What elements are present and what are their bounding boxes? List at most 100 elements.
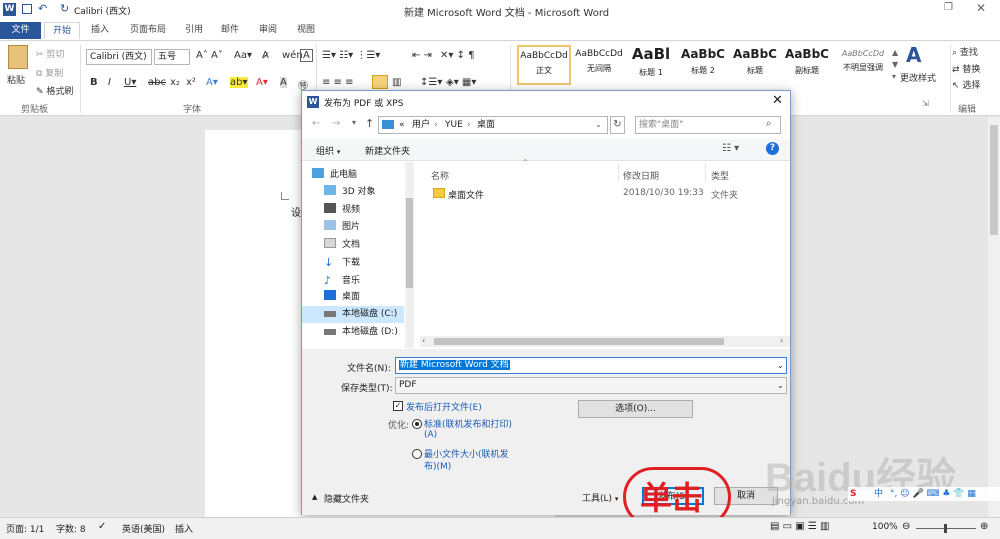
font-size-select[interactable]: 五号 [154,49,190,65]
font-color-icon[interactable]: A▾ [256,77,268,88]
tree-item-music[interactable]: ♪ 音乐 [324,272,360,289]
grow-font-icon[interactable]: A˄ A˅ [196,50,223,61]
tab-page-layout[interactable]: 页面布局 [122,22,174,39]
ime-lang[interactable]: 中 [874,487,883,501]
style-subtle-emphasis[interactable]: AaBbCcDd 不明显强调 [834,45,892,85]
style-normal[interactable]: AaBbCcDd 正文 [517,45,571,85]
recent-dropdown-icon[interactable]: ▾ [352,118,356,127]
column-type[interactable]: 类型 [711,169,729,182]
undo-icon[interactable]: ↶ [38,2,47,15]
tree-item-this-pc[interactable]: 此电脑 [312,167,357,184]
highlight-icon[interactable]: ab▾ [230,77,248,88]
align-icons[interactable]: ≡ ≡ ≡ [322,77,354,88]
style-no-spacing[interactable]: AaBbCcDd 无间隔 [572,45,626,85]
optimize-standard-label[interactable]: 标准(联机发布和打印) [424,417,512,430]
status-insert[interactable]: 插入 [175,522,193,535]
paste-button[interactable]: 粘贴 [7,73,25,86]
file-row[interactable]: 桌面文件 2018/10/30 19:33 文件夹 [420,185,788,202]
tab-references[interactable]: 引用 [178,22,210,39]
zoom-in-icon[interactable]: ⊕ [980,521,988,532]
address-bar[interactable]: « 用户 › YUE › 桌面 ⌄ [378,116,608,134]
styles-dialog-launcher-icon[interactable]: ⇲ [922,99,929,108]
path-segment[interactable]: 桌面 [477,117,495,133]
scroll-left-icon[interactable]: ‹ [422,336,425,345]
tree-item-drive-c[interactable]: 本地磁盘 (C:) [302,306,404,323]
hide-folders-button[interactable]: 隐藏文件夹 [324,492,369,505]
shading-icon[interactable]: ◈▾ ▦▾ [446,77,476,88]
zoom-level[interactable]: 100% [872,522,898,532]
tree-scroll-thumb[interactable] [406,198,413,288]
indent-icons[interactable]: ⇤ ⇥ [412,50,432,61]
forward-icon[interactable]: → [332,118,340,129]
status-page[interactable]: 页面: 1/1 [6,522,44,535]
view-buttons-icon[interactable]: ▤ ▭ ▣ ☰ ▥ [770,521,829,532]
hscroll-thumb[interactable] [434,338,724,345]
distribute-icon[interactable]: ▥ [392,77,401,88]
optimize-standard-key[interactable]: (A) [424,430,437,440]
qat-font-name[interactable]: Calibri (西文) [74,4,131,17]
cut-button[interactable]: ✂ 剪切 [36,47,64,60]
new-folder-button[interactable]: 新建文件夹 [365,144,410,157]
column-name[interactable]: 名称 [431,169,449,182]
chinese-layout-icon[interactable]: ✕▾ ↕ ¶ [440,50,475,61]
strikethrough-icon[interactable]: abc [148,77,166,88]
file-list-hscrollbar[interactable]: ‹ › [420,336,790,347]
ime-icons[interactable]: °, ☺ 🎤 ⌨ ♣ 👕 ▦ [890,487,976,501]
vertical-scrollbar[interactable] [988,117,1000,517]
format-painter-button[interactable]: ✎ 格式刷 [36,84,73,97]
char-shading-icon[interactable]: A [280,77,287,88]
help-icon[interactable]: ? [766,142,779,155]
column-date[interactable]: 修改日期 [623,169,659,182]
justify-icon[interactable] [372,75,388,89]
change-styles-button[interactable]: 更改样式 [900,71,936,84]
refresh-icon[interactable]: ↻ [610,116,625,134]
up-icon[interactable]: ↑ [365,117,374,130]
open-after-label[interactable]: 发布后打开文件(E) [406,400,482,413]
optimize-standard-radio[interactable] [412,419,422,429]
filetype-dropdown-icon[interactable]: ⌄ [777,378,784,393]
tab-review[interactable]: 审阅 [252,22,284,39]
tree-scrollbar[interactable] [405,162,414,348]
tree-item-3d-objects[interactable]: 3D 对象 [324,184,376,201]
scroll-thumb[interactable] [990,125,998,235]
optimize-minimum-label-2[interactable]: 布)(M) [424,459,451,472]
back-icon[interactable]: ← [312,118,320,129]
address-dropdown-icon[interactable]: ⌄ [595,117,602,133]
redo-icon[interactable]: ↻ [60,2,69,15]
tab-file[interactable]: 文件 [0,22,41,39]
line-spacing-icon[interactable]: ↕☰▾ [420,77,442,88]
tab-mailings[interactable]: 邮件 [214,22,246,39]
superscript-icon[interactable]: x² [186,77,196,88]
ime-toolbar[interactable]: S 中 °, ☺ 🎤 ⌨ ♣ 👕 ▦ [848,487,1000,501]
dialog-close-icon[interactable]: ✕ [772,93,783,108]
change-case-icon[interactable]: Aa▾ [234,50,252,61]
filename-input[interactable]: 新建 Microsoft Word 文档 ⌄ [395,357,787,374]
filename-dropdown-icon[interactable]: ⌄ [777,358,784,373]
organize-button[interactable]: 组织 ▾ [316,144,340,157]
save-icon[interactable] [22,4,32,14]
style-subtitle[interactable]: AaBbC 副标题 [780,45,834,85]
style-heading-2[interactable]: AaBbC 标题 2 [676,45,730,85]
style-heading-1[interactable]: AaBl 标题 1 [624,45,678,85]
styles-scroll-icon[interactable]: ▲ ▼ ▾ [892,47,898,83]
char-border-icon[interactable]: A [300,49,313,62]
underline-icon[interactable]: U▾ [124,77,136,88]
filetype-select[interactable]: PDF ⌄ [395,377,787,394]
restore-icon[interactable]: ❐ [944,2,953,13]
zoom-thumb[interactable] [944,524,947,533]
tools-button[interactable]: 工具(L) ▾ [582,491,618,504]
copy-button[interactable]: ⧉ 复制 [36,66,63,79]
clear-format-icon[interactable]: A̷ [262,50,269,61]
style-title[interactable]: AaBbC 标题 [728,45,782,85]
scroll-right-icon[interactable]: › [780,336,783,345]
status-language[interactable]: 英语(美国) [122,522,165,535]
find-button[interactable]: ⌕ 查找 [952,45,978,58]
tree-item-downloads[interactable]: ↓ 下载 [324,254,360,271]
tab-insert[interactable]: 插入 [84,22,116,39]
subscript-icon[interactable]: x₂ [170,77,180,88]
open-after-checkbox[interactable]: ✓ [393,401,403,411]
collapse-icon[interactable]: ▲ [312,493,317,501]
optimize-minimum-radio[interactable] [412,449,422,459]
change-styles-icon[interactable]: A [906,43,921,67]
path-segment[interactable]: 用户 [412,117,430,133]
